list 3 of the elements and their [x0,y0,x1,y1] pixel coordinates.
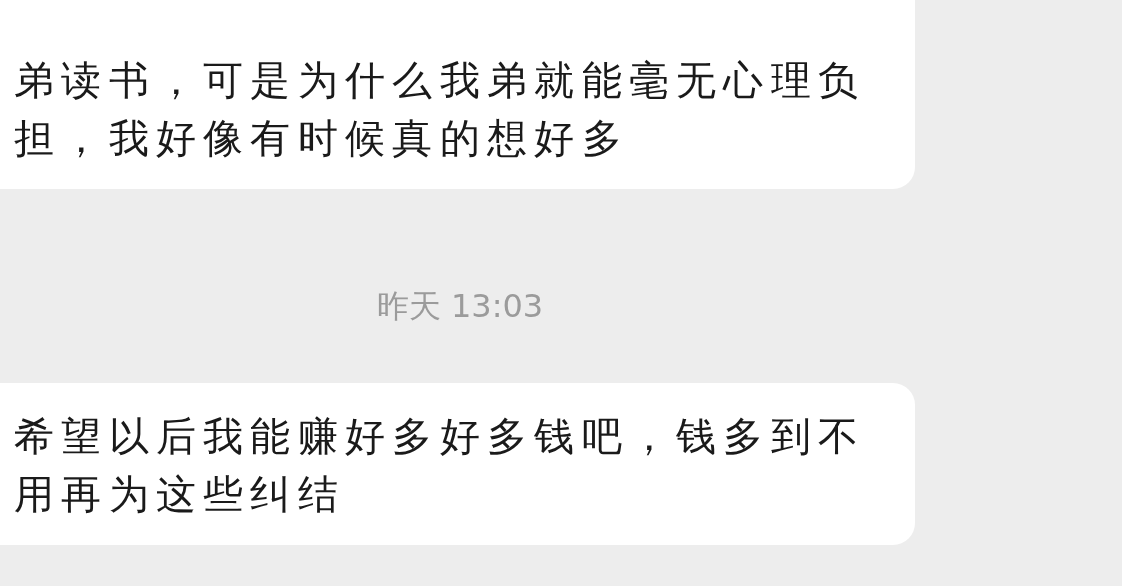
message-text: 希望以后我能赚好多好多钱吧，钱多到不用再为这些纠结 [14,412,867,519]
timestamp: 昨天 13:03 [376,286,544,327]
message-text: 弟读书，可是为什么我弟就能毫无心理负担，我好像有时候真的想好多 [14,56,867,163]
